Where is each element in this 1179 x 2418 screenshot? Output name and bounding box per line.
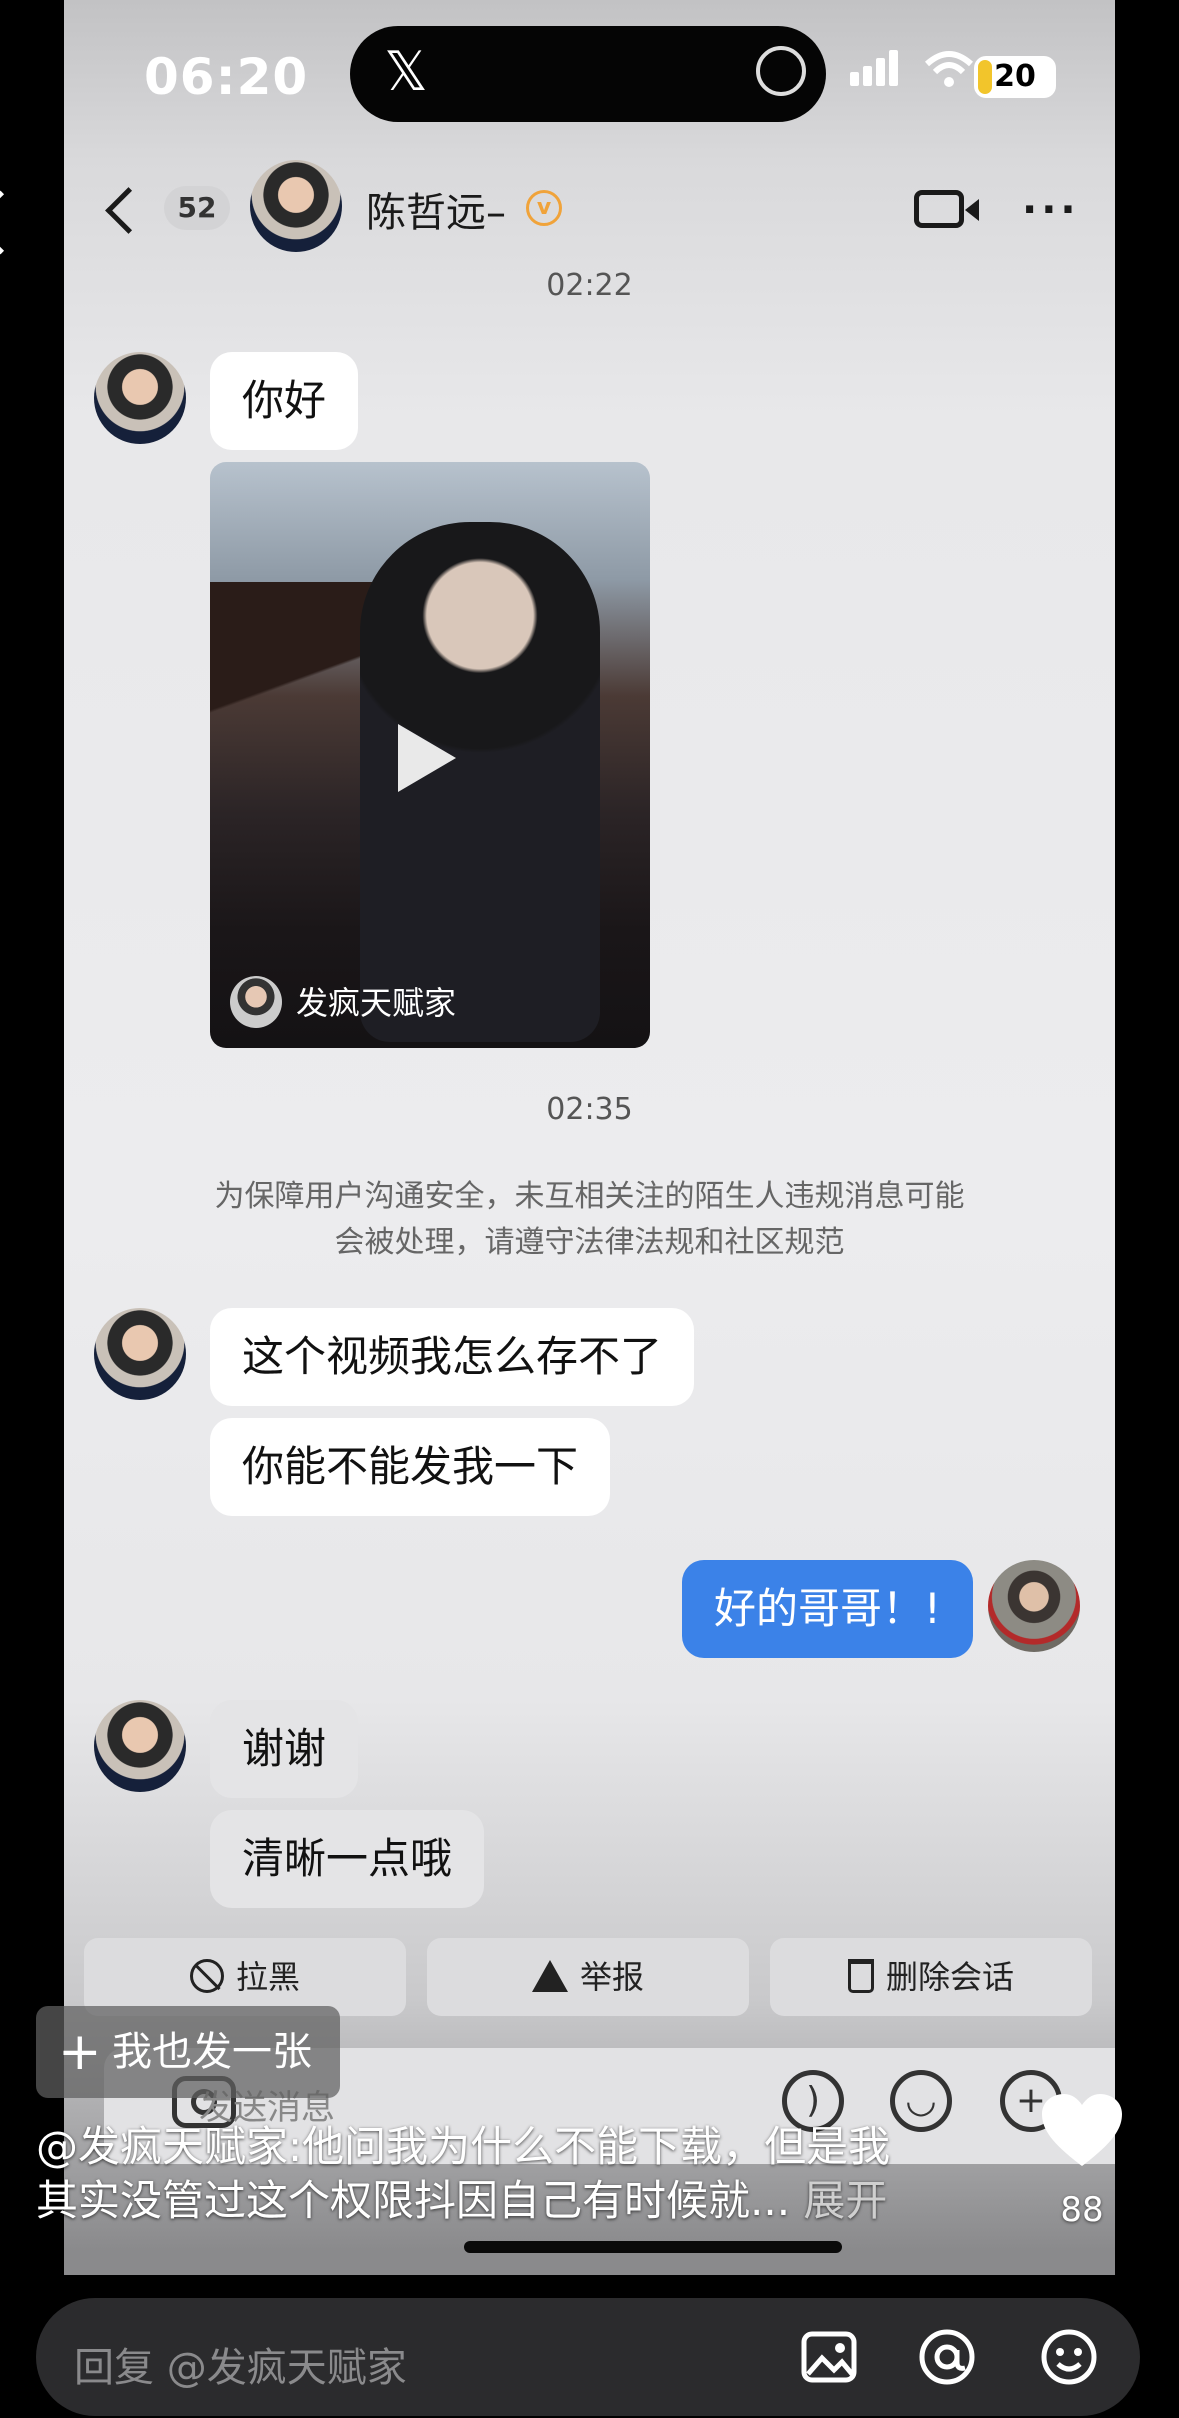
plus-icon: + (58, 2022, 102, 2082)
reply-input[interactable]: 回复 @发疯天赋家 (74, 2335, 407, 2393)
shared-video-card[interactable]: 发疯天赋家 (210, 462, 650, 1048)
video-thumbnail (360, 522, 600, 1042)
like-count: 88 (1060, 2190, 1104, 2230)
screenshot-content: 06:20 𝕏 20 52 陈哲远– v ··· 02:22 你好 发疯天赋家 … (64, 0, 1115, 2275)
contact-avatar[interactable] (250, 160, 342, 252)
home-indicator (464, 2241, 842, 2253)
at-icon[interactable] (918, 2328, 976, 2386)
unread-badge: 52 (164, 186, 230, 230)
viewer-back-icon[interactable] (0, 190, 33, 255)
heart-icon[interactable] (1040, 2090, 1124, 2174)
message-bubble[interactable]: 你好 (210, 352, 359, 450)
message-bubble[interactable]: 清晰一点哦 (210, 1810, 485, 1908)
back-icon[interactable] (105, 187, 152, 234)
sender-avatar[interactable] (94, 1308, 186, 1400)
video-author: 发疯天赋家 (296, 984, 457, 1022)
message-bubble[interactable]: 这个视频我怎么存不了 (210, 1308, 695, 1406)
sent-message-bubble[interactable]: 好的哥哥！! (682, 1560, 973, 1658)
dynamic-island: 𝕏 (350, 26, 826, 122)
sender-avatar[interactable] (94, 1700, 186, 1792)
check-icon (756, 46, 806, 96)
signal-icon (850, 50, 902, 86)
image-icon[interactable] (800, 2328, 858, 2386)
sender-avatar[interactable] (94, 352, 186, 444)
battery-indicator: 20 (974, 56, 1056, 98)
timestamp: 02:35 (546, 1092, 633, 1127)
report-button[interactable]: 举报 (427, 1938, 749, 2016)
trash-icon (847, 1959, 874, 1993)
safety-notice: 为保障用户沟通安全，未互相关注的陌生人违规消息可能 会被处理，请遵守法律法规和社… (214, 1179, 965, 1260)
play-icon[interactable] (398, 724, 456, 792)
post-one-too-button[interactable]: + 我也发一张 (36, 2006, 340, 2098)
more-icon[interactable]: ··· (1022, 190, 1080, 230)
timestamp: 02:22 (546, 268, 633, 303)
expand-link[interactable]: 展开 (803, 2176, 887, 2225)
wifi-icon (924, 50, 974, 90)
my-avatar[interactable] (988, 1560, 1080, 1652)
smile-icon[interactable] (1040, 2328, 1098, 2386)
video-call-icon[interactable] (914, 190, 979, 228)
delete-conversation-button[interactable]: 删除会话 (770, 1938, 1092, 2016)
x-logo-icon: 𝕏 (384, 40, 428, 103)
contact-name[interactable]: 陈哲远– (366, 180, 506, 238)
author-avatar (230, 976, 282, 1028)
message-bubble[interactable]: 谢谢 (210, 1700, 359, 1798)
block-button[interactable]: 拉黑 (84, 1938, 406, 2016)
verified-badge-icon: v (526, 190, 562, 226)
message-bubble[interactable]: 你能不能发我一下 (210, 1418, 611, 1516)
post-caption[interactable]: @发疯天赋家:他问我为什么不能下载，但是我 其实没管过这个权限抖因自己有时候就.… (36, 2120, 996, 2228)
warning-icon (531, 1960, 568, 1992)
status-time: 06:20 (144, 48, 309, 106)
block-icon (189, 1959, 224, 1993)
